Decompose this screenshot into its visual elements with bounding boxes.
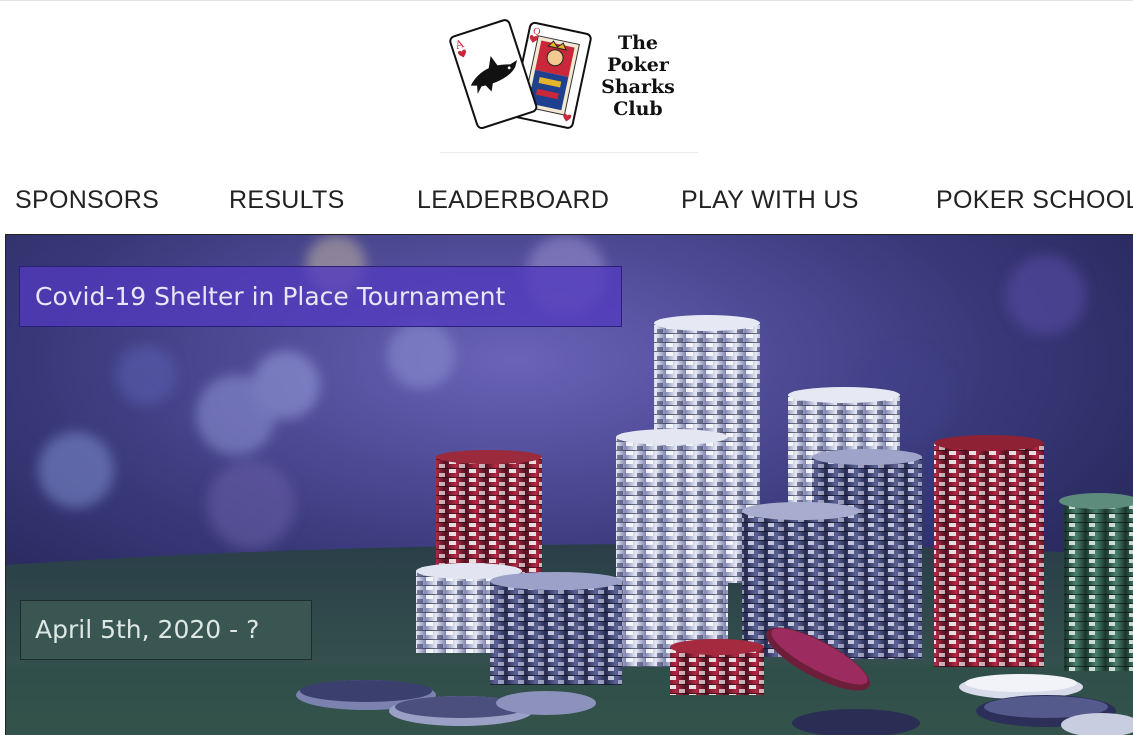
tournament-title: Covid-19 Shelter in Place Tournament [19,266,622,327]
nav-item-sponsors[interactable]: SPONSORS [15,186,159,215]
nav-item-results[interactable]: RESULTS [229,186,345,215]
logo-line: Sharks [601,76,675,98]
nav-item-leaderboard[interactable]: LEADERBOARD [417,186,609,215]
logo-wordmark: The Poker Sharks Club [596,32,680,120]
logo-divider [440,152,698,153]
logo-line: Club [613,98,663,120]
top-border [0,0,1133,1]
logo-line: Poker [607,54,669,76]
nav-item-poker-school[interactable]: POKER SCHOOL [936,186,1133,215]
nav-item-play-with-us[interactable]: PLAY WITH US [681,186,859,215]
tournament-date: April 5th, 2020 - ? [20,600,312,660]
main-nav: SPONSORS RESULTS LEADERBOARD PLAY WITH U… [0,186,1133,226]
hero-banner: Covid-19 Shelter in Place Tournament Apr… [5,234,1133,735]
logo-line: The [617,32,659,54]
